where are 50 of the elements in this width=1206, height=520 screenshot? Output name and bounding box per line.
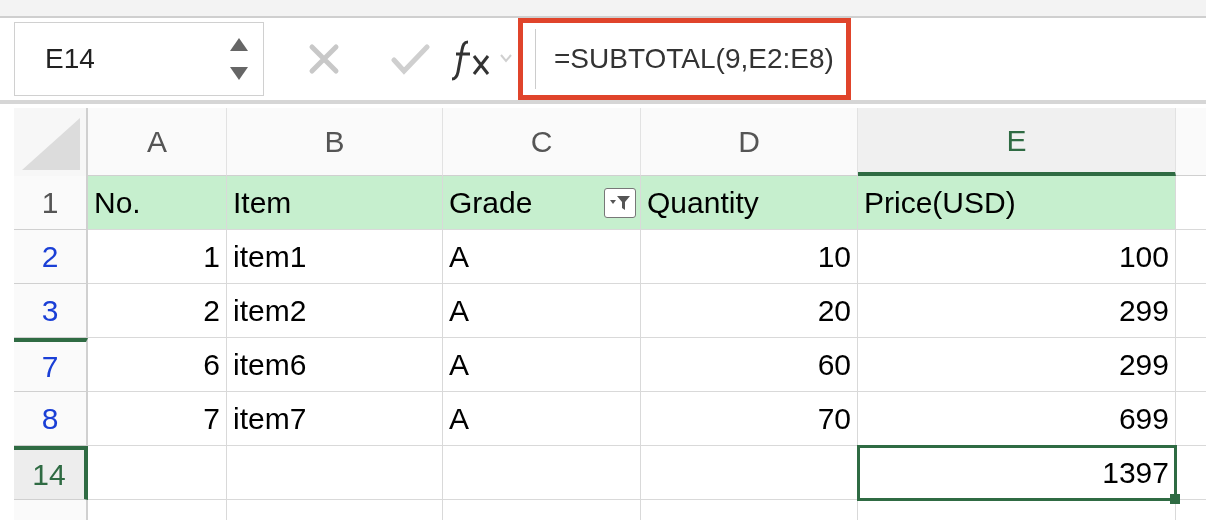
column-header[interactable]: C: [443, 108, 641, 176]
column-header[interactable]: E: [858, 108, 1176, 176]
row-header[interactable]: 8: [14, 392, 88, 446]
header-cell-text: No.: [94, 185, 141, 221]
cell-text: item7: [233, 401, 307, 437]
cell-text: 7: [203, 401, 220, 437]
name-box[interactable]: E14: [14, 22, 264, 96]
header-cell-text: Price(USD): [864, 185, 1016, 221]
row-header[interactable]: 1: [14, 176, 88, 230]
header-cell-text: Quantity: [647, 185, 759, 221]
cell-text: 299: [1118, 293, 1169, 329]
cell-text: 699: [1118, 401, 1169, 437]
formula-field[interactable]: =SUBTOTAL(9,E2:E8): [518, 18, 851, 100]
cell-text: 299: [1118, 347, 1169, 383]
cell-text: A: [449, 239, 469, 275]
column-header[interactable]: B: [227, 108, 443, 176]
cell-text: A: [449, 401, 469, 437]
cell-text: 1397: [1102, 455, 1169, 491]
check-icon[interactable]: [390, 43, 430, 75]
select-all-corner[interactable]: [14, 108, 88, 176]
formula-text: =SUBTOTAL(9,E2:E8): [535, 29, 834, 89]
row-header[interactable]: 2: [14, 230, 88, 284]
cell-text: 100: [1118, 239, 1169, 275]
column-header[interactable]: A: [88, 108, 227, 176]
cell-text: A: [449, 347, 469, 383]
cell-text: 60: [817, 347, 851, 383]
fill-handle[interactable]: [1170, 494, 1180, 504]
row-header[interactable]: 14: [14, 446, 88, 500]
cell-text: 10: [817, 239, 851, 275]
cell-text: 20: [817, 293, 851, 329]
cell-text: A: [449, 293, 469, 329]
cell-text: 2: [203, 293, 220, 329]
spinner-icon[interactable]: [229, 36, 249, 82]
cancel-icon[interactable]: [308, 43, 340, 75]
filter-button[interactable]: [604, 188, 636, 218]
filter-icon: [608, 194, 632, 212]
cell-text: item2: [233, 293, 307, 329]
row-header[interactable]: 7: [14, 338, 88, 392]
cell-text: item6: [233, 347, 307, 383]
column-header[interactable]: D: [641, 108, 858, 176]
cell-text: 1: [203, 239, 220, 275]
row-header[interactable]: 3: [14, 284, 88, 338]
cell-text: item1: [233, 239, 307, 275]
cell-text: 6: [203, 347, 220, 383]
cell-reference: E14: [45, 42, 95, 76]
header-cell-text: Grade: [449, 185, 533, 221]
column-header[interactable]: [1176, 108, 1206, 176]
header-cell-text: Item: [233, 185, 292, 221]
corner-triangle-icon: [22, 118, 80, 170]
cell-text: 70: [817, 401, 851, 437]
